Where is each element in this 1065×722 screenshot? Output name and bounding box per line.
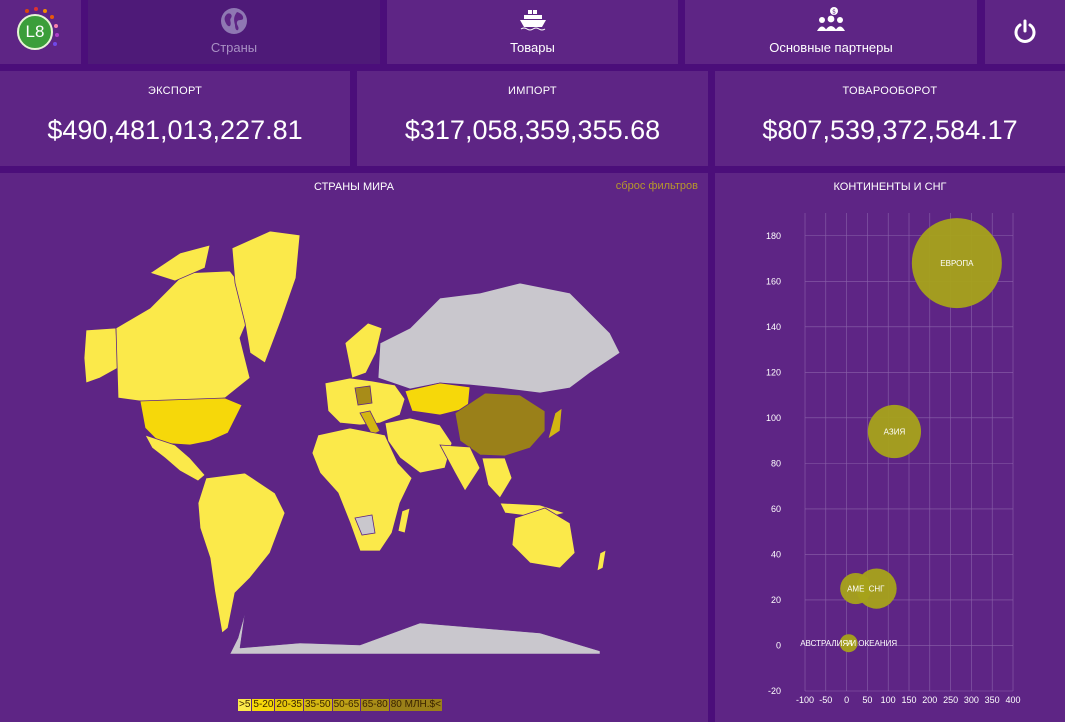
x-tick-label: 250 (943, 695, 958, 705)
map-country-australia (511, 507, 576, 569)
world-map[interactable] (0, 173, 708, 722)
tab-partners-label: Основные партнеры (769, 40, 893, 55)
map-country-madagascar (397, 507, 411, 534)
legend-item[interactable]: 20-35 (275, 699, 304, 711)
svg-text:$: $ (832, 9, 836, 16)
world-map-panel: СТРАНЫ МИРА сброс фильтров >5 5-20 20-35… (0, 173, 708, 722)
power-button[interactable] (985, 0, 1065, 64)
legend-item[interactable]: 50-65 (332, 699, 362, 711)
legend-item[interactable]: 5-20 (252, 699, 276, 711)
y-tick-label: -20 (768, 686, 781, 696)
cargo-ship-icon (519, 10, 546, 31)
y-tick-label: 0 (776, 640, 781, 650)
kpi-turnover: ТОВАРООБОРОТ $807,539,372,584.17 (715, 71, 1065, 166)
tab-countries[interactable]: Страны (88, 0, 380, 64)
map-country-usa (139, 397, 243, 446)
map-country-india (439, 444, 481, 492)
kpi-turnover-value: $807,539,372,584.17 (762, 115, 1018, 145)
partners-icon: $ (817, 7, 845, 31)
y-tick-label: 60 (771, 504, 781, 514)
kpi-export-value: $490,481,013,227.81 (47, 115, 303, 145)
legend-item[interactable]: >5 (238, 699, 253, 711)
y-tick-label: 80 (771, 458, 781, 468)
kpi-turnover-title: ТОВАРООБОРОТ (842, 85, 938, 97)
x-tick-label: 200 (922, 695, 937, 705)
globe-icon (221, 8, 247, 34)
map-country-russia (377, 282, 621, 394)
map-title: СТРАНЫ МИРА (314, 181, 394, 193)
legend-item[interactable]: 65-80 (361, 699, 390, 711)
map-country-japan (547, 407, 563, 440)
map-country-greenland (231, 230, 301, 364)
legend-item[interactable]: 80 МЛН.$< (389, 699, 443, 711)
bubble-label: ЕВРОПА (940, 259, 974, 268)
map-region-southeast-asia (481, 457, 513, 499)
y-tick-label: 100 (766, 413, 781, 423)
legend-item[interactable]: 35-50 (304, 699, 333, 711)
y-tick-label: 140 (766, 322, 781, 332)
map-region-scandinavia (344, 322, 383, 379)
reset-filters-link[interactable]: сброс фильтров (616, 180, 698, 192)
kpi-import-value: $317,058,359,355.68 (404, 115, 661, 145)
tab-goods[interactable]: Товары (387, 0, 678, 64)
map-legend: >5 5-20 20-35 35-50 50-65 65-80 80 МЛН.$… (238, 699, 443, 711)
tab-countries-label: Страны (210, 40, 258, 55)
x-tick-label: 300 (964, 695, 979, 705)
bubble-label: А (847, 639, 853, 648)
x-tick-label: 50 (862, 695, 872, 705)
map-country-canada (115, 270, 256, 404)
y-tick-label: 160 (766, 276, 781, 286)
map-continent-antarctica (229, 612, 601, 655)
map-country-alaska (83, 327, 119, 384)
y-tick-label: 180 (766, 231, 781, 241)
map-country-new-zealand (596, 549, 607, 572)
bubble-label: АЗИЯ (884, 428, 906, 437)
bubble-chart: -100 -50 0 50 100 150 200 250 300 350 400 -20 0 20 40 6… (766, 213, 1021, 705)
bubble-label: АМЕ (847, 585, 864, 594)
map-continent-south-america (197, 472, 286, 634)
kpi-import: ИМПОРТ $317,058,359,355.68 (357, 71, 708, 166)
continents-chart-panel: КОНТИНЕНТЫ И СНГ -100 -50 0 50 100 150 200 250 3… (715, 173, 1065, 722)
map-country-germany (354, 385, 373, 406)
x-tick-label: 150 (901, 695, 916, 705)
x-tick-label: -50 (819, 695, 832, 705)
logo[interactable]: L8 (0, 0, 81, 64)
kpi-export-title: ЭКСПОРТ (147, 85, 203, 97)
x-tick-label: 0 (844, 695, 849, 705)
x-tick-label: 400 (1005, 695, 1020, 705)
power-icon (1014, 19, 1036, 43)
tab-partners[interactable]: $ Основные партнеры (685, 0, 977, 64)
kpi-import-title: ИМПОРТ (508, 85, 557, 97)
bubble-label: СНГ (869, 585, 886, 594)
y-tick-label: 40 (771, 549, 781, 559)
y-tick-label: 120 (766, 367, 781, 377)
x-tick-label: 350 (985, 695, 1000, 705)
x-tick-label: 100 (881, 695, 896, 705)
tab-goods-label: Товары (510, 40, 555, 55)
logo-circle: L8 (17, 14, 53, 50)
y-tick-label: 20 (771, 595, 781, 605)
kpi-export: ЭКСПОРТ $490,481,013,227.81 (0, 71, 350, 166)
x-tick-label: -100 (796, 695, 814, 705)
